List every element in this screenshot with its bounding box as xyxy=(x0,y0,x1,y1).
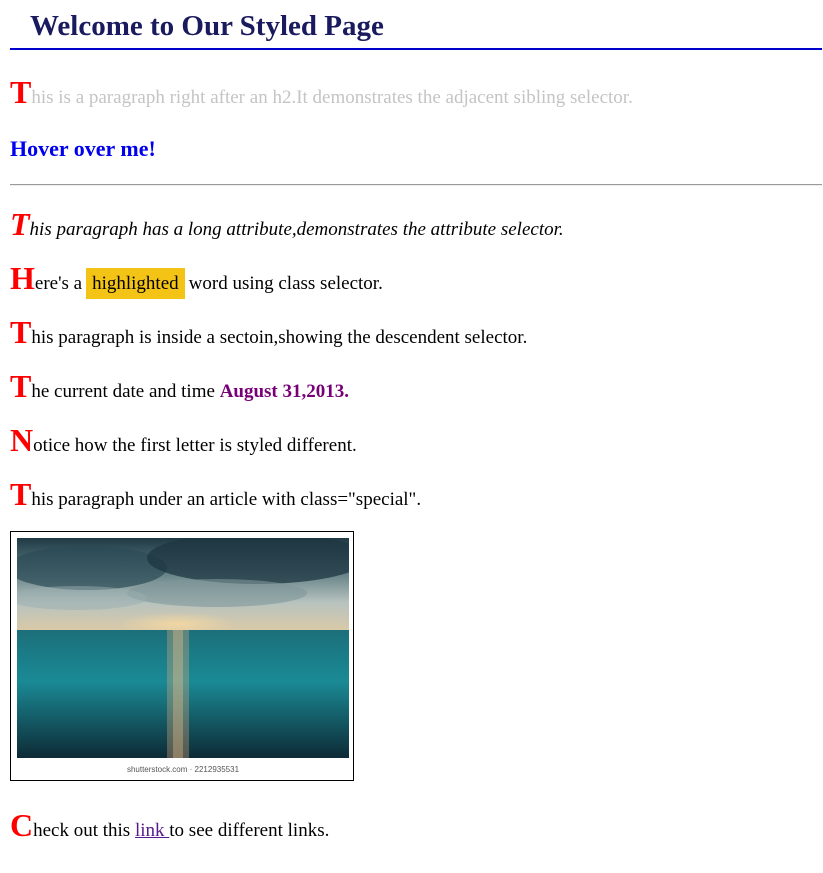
link-paragraph-after: to see different links. xyxy=(169,820,330,841)
image-watermark: shutterstock.com · 2212935531 xyxy=(127,765,240,774)
page-title: Welcome to Our Styled Page xyxy=(30,10,384,42)
drop-cap: T xyxy=(10,206,30,242)
drop-cap: T xyxy=(10,476,32,512)
sibling-paragraph: This is a paragraph right after an h2.It… xyxy=(10,76,633,108)
sibling-paragraph-text: his is a paragraph right after an h2.It … xyxy=(31,87,633,108)
notice-paragraph: Notice how the first letter is styled di… xyxy=(10,424,357,456)
special-paragraph-text: his paragraph under an article with clas… xyxy=(31,489,422,510)
date-paragraph-text: he current date and time xyxy=(31,381,220,402)
descendant-paragraph-text: his paragraph is inside a sectoin,showin… xyxy=(31,327,528,348)
attribute-paragraph-text: his paragraph has a long attribute,demon… xyxy=(29,219,564,240)
special-paragraph: This paragraph under an article with cla… xyxy=(10,478,421,510)
drop-cap: T xyxy=(10,368,32,404)
ocean-sunset-image: shutterstock.com · 2212935531 xyxy=(17,538,349,776)
drop-cap: C xyxy=(10,807,34,843)
link-paragraph-before: heck out this xyxy=(33,820,135,841)
text-link[interactable]: link xyxy=(135,820,169,841)
highlight-paragraph-before: ere's a xyxy=(34,273,83,294)
drop-cap: T xyxy=(10,314,32,350)
highlight-paragraph-after: word using class selector. xyxy=(188,273,383,294)
notice-paragraph-text: otice how the first letter is styled dif… xyxy=(33,435,357,456)
page: Welcome to Our Styled Page This is a par… xyxy=(0,0,823,873)
drop-cap: H xyxy=(10,260,35,296)
date-value: August 31,2013. xyxy=(219,381,350,402)
image-frame: shutterstock.com · 2212935531 xyxy=(10,531,354,781)
date-paragraph: The current date and time August 31,2013… xyxy=(10,370,349,402)
attribute-paragraph: This paragraph has a long attribute,demo… xyxy=(10,208,564,240)
hover-text[interactable]: Hover over me! xyxy=(10,136,156,162)
highlight-paragraph: Here's a highlighted word using class sele… xyxy=(10,260,383,299)
drop-cap: N xyxy=(10,422,34,458)
divider xyxy=(10,184,822,186)
link-paragraph: Check out this link to see different lin… xyxy=(10,809,329,841)
page-heading: Welcome to Our Styled Page xyxy=(10,8,822,50)
highlighted-word: highlighted xyxy=(86,268,185,299)
drop-cap: T xyxy=(10,74,32,110)
descendant-paragraph: This paragraph is inside a sectoin,showi… xyxy=(10,316,527,348)
